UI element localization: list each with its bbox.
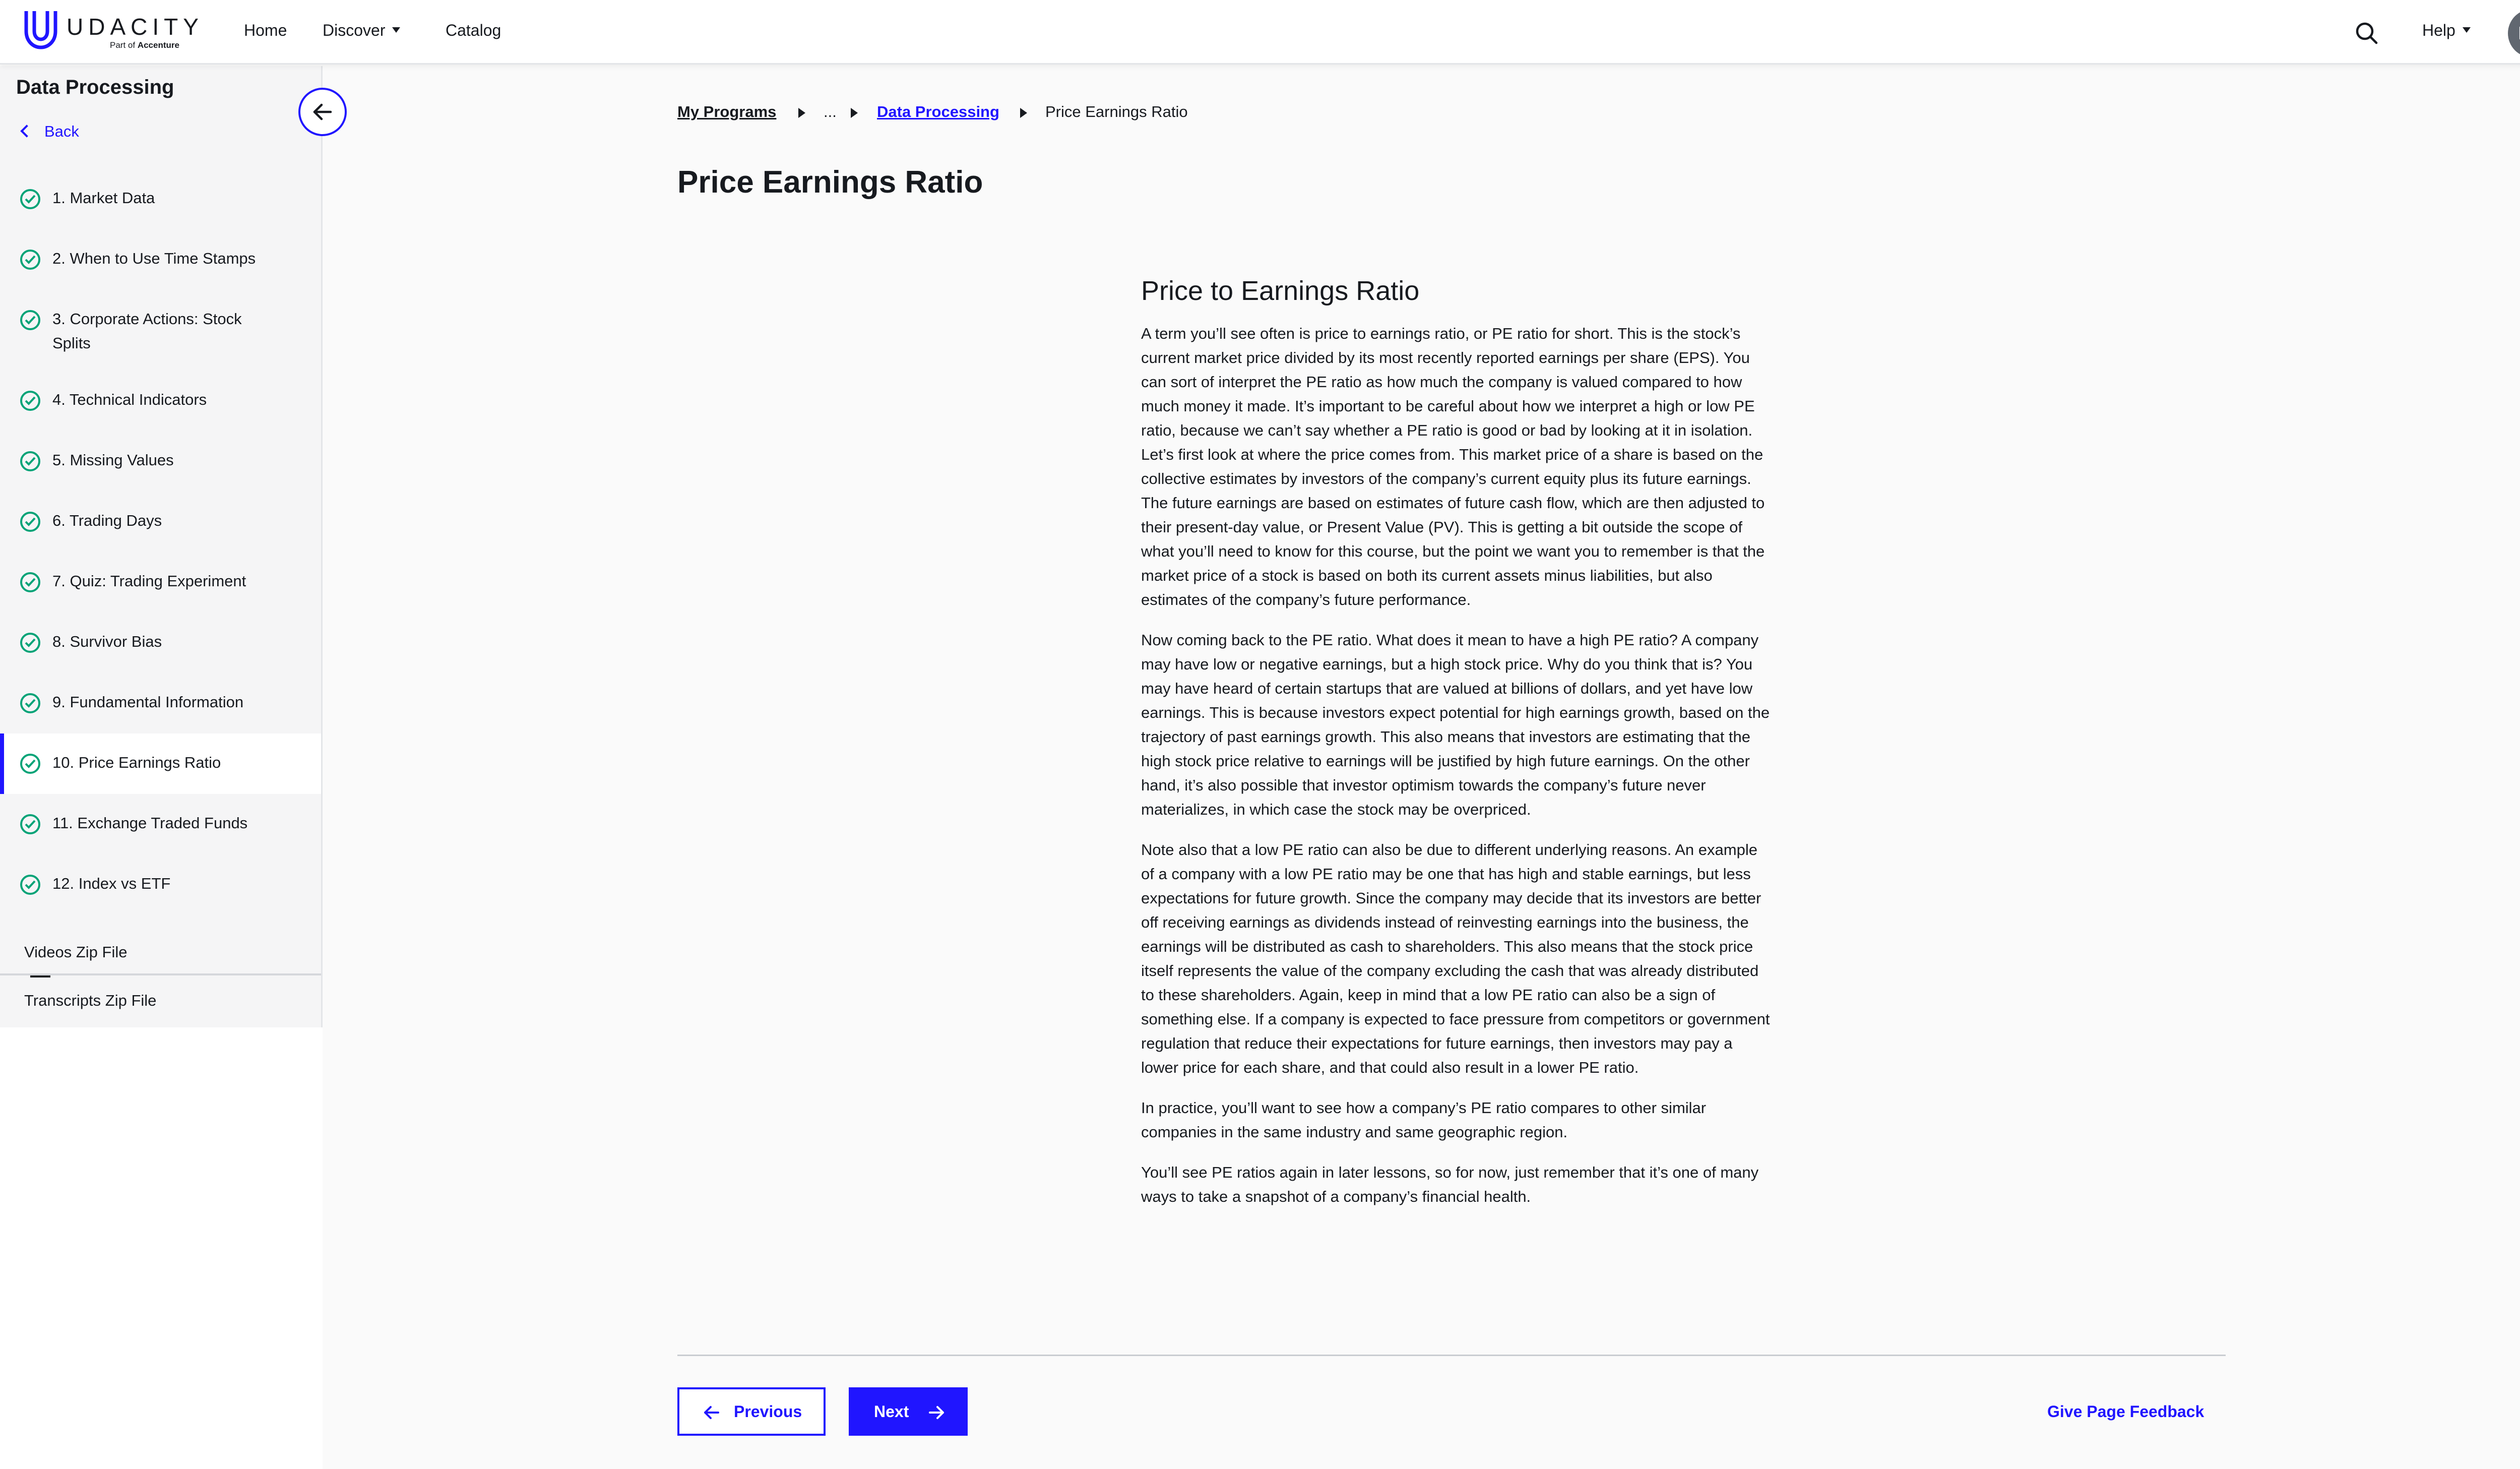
avatar[interactable]: HC bbox=[2508, 9, 2520, 57]
page-title: Price Earnings Ratio bbox=[677, 165, 983, 200]
sidebar-item-label: 6. Trading Days bbox=[52, 512, 162, 529]
sidebar-item-time-stamps[interactable]: 2. When to Use Time Stamps bbox=[0, 238, 321, 299]
breadcrumb-separator-icon bbox=[1020, 108, 1027, 118]
article-heading: Price to Earnings Ratio bbox=[1141, 276, 1420, 306]
sidebar-item-market-data[interactable]: 1. Market Data bbox=[0, 178, 321, 238]
sidebar-item-label: 9. Fundamental Information bbox=[52, 693, 244, 711]
check-circle-icon bbox=[20, 814, 40, 834]
footer-divider bbox=[677, 1355, 2226, 1356]
lesson-article: Price to Earnings Ratio A term you’ll se… bbox=[1141, 275, 1771, 1225]
check-circle-icon bbox=[20, 512, 40, 532]
check-circle-icon bbox=[20, 451, 40, 471]
nav-catalog[interactable]: Catalog bbox=[446, 21, 501, 40]
back-link[interactable]: Back bbox=[20, 123, 79, 141]
sidebar-item-label: 2. When to Use Time Stamps bbox=[52, 250, 256, 267]
sidebar-item-survivor-bias[interactable]: 8. Survivor Bias bbox=[0, 622, 321, 682]
article-paragraph: In practice, you’ll want to see how a co… bbox=[1141, 1099, 1707, 1141]
check-circle-icon bbox=[20, 693, 40, 713]
sidebar-item-label: 12. Index vs ETF bbox=[52, 875, 171, 892]
breadcrumb-separator-icon bbox=[851, 108, 858, 118]
search-icon bbox=[2356, 22, 2378, 44]
article-paragraph: You’ll see PE ratios again in later less… bbox=[1141, 1164, 1759, 1205]
article-paragraph: A term you’ll see often is price to earn… bbox=[1141, 325, 1765, 608]
nav-discover[interactable]: Discover bbox=[323, 21, 401, 40]
check-circle-icon bbox=[20, 189, 40, 209]
breadcrumb-ellipsis[interactable]: ... bbox=[824, 103, 837, 121]
arrow-left-icon bbox=[704, 1406, 719, 1419]
udacity-logo[interactable]: UDACITY Part of Accenture bbox=[23, 9, 200, 54]
sidebar-item-index-vs-etf[interactable]: 12. Index vs ETF bbox=[0, 864, 321, 924]
breadcrumb-current: Price Earnings Ratio bbox=[1045, 103, 1188, 120]
chevron-down-icon bbox=[2462, 27, 2471, 33]
videos-zip-link[interactable]: Videos Zip File bbox=[24, 943, 127, 961]
breadcrumb-data-processing[interactable]: Data Processing bbox=[877, 103, 999, 121]
chevron-left-icon bbox=[20, 125, 33, 138]
sidebar-item-label: 10. Price Earnings Ratio bbox=[52, 754, 221, 771]
sidebar-title: Data Processing bbox=[16, 76, 174, 98]
sidebar-item-trading-days[interactable]: 6. Trading Days bbox=[0, 501, 321, 561]
article-paragraph: Now coming back to the PE ratio. What do… bbox=[1141, 631, 1770, 818]
check-circle-icon bbox=[20, 391, 40, 411]
brand-name: UDACITY bbox=[67, 14, 204, 40]
next-button[interactable]: Next bbox=[849, 1387, 968, 1436]
chevron-down-icon bbox=[392, 27, 401, 33]
udacity-logo-icon bbox=[24, 11, 57, 49]
arrow-right-icon bbox=[929, 1406, 944, 1419]
sidebar-item-price-earnings-ratio[interactable]: 10. Price Earnings Ratio bbox=[0, 733, 321, 794]
sidebar-item-label: 4. Technical Indicators bbox=[52, 391, 207, 408]
scroll-indicator bbox=[30, 975, 50, 977]
collapse-sidebar-button[interactable] bbox=[298, 88, 347, 136]
sidebar-item-label: 3. Corporate Actions: Stock Splits bbox=[52, 310, 242, 352]
sidebar-item-label: 1. Market Data bbox=[52, 189, 155, 207]
arrow-left-icon bbox=[313, 103, 332, 120]
check-circle-icon bbox=[20, 310, 40, 330]
sidebar-item-label: 5. Missing Values bbox=[52, 451, 174, 469]
check-circle-icon bbox=[20, 875, 40, 895]
sidebar-item-exchange-traded-funds[interactable]: 11. Exchange Traded Funds bbox=[0, 803, 321, 864]
top-navigation-bar: UDACITY Part of Accenture Home Discover … bbox=[0, 0, 2520, 65]
next-button-label: Next bbox=[874, 1402, 909, 1421]
sidebar-item-technical-indicators[interactable]: 4. Technical Indicators bbox=[0, 380, 321, 440]
check-circle-icon bbox=[20, 633, 40, 653]
nav-home[interactable]: Home bbox=[244, 21, 287, 40]
lesson-sidebar: Data Processing Back 1. Market Data 2. W… bbox=[0, 66, 323, 1027]
sidebar-item-missing-values[interactable]: 5. Missing Values bbox=[0, 440, 321, 501]
brand-subtitle: Part of Accenture bbox=[110, 40, 179, 50]
check-circle-icon bbox=[20, 754, 40, 774]
check-circle-icon bbox=[20, 572, 40, 592]
breadcrumb-my-programs[interactable]: My Programs bbox=[677, 103, 776, 121]
breadcrumb-separator-icon bbox=[798, 108, 805, 118]
help-menu[interactable]: Help bbox=[2422, 21, 2471, 40]
sidebar-empty-area bbox=[0, 1027, 323, 1469]
transcripts-zip-link[interactable]: Transcripts Zip File bbox=[24, 992, 156, 1010]
previous-button[interactable]: Previous bbox=[677, 1387, 826, 1436]
previous-button-label: Previous bbox=[734, 1402, 802, 1421]
give-page-feedback-link[interactable]: Give Page Feedback bbox=[2047, 1402, 2204, 1421]
article-paragraph: Note also that a low PE ratio can also b… bbox=[1141, 841, 1770, 1076]
sidebar-item-label: 7. Quiz: Trading Experiment bbox=[52, 572, 246, 590]
sidebar-item-label: 8. Survivor Bias bbox=[52, 633, 162, 650]
sidebar-item-label: 11. Exchange Traded Funds bbox=[52, 814, 248, 832]
check-circle-icon bbox=[20, 250, 40, 270]
sidebar-item-quiz-trading-experiment[interactable]: 7. Quiz: Trading Experiment bbox=[0, 561, 321, 622]
sidebar-item-stock-splits[interactable]: 3. Corporate Actions: Stock Splits bbox=[0, 299, 321, 380]
search-button[interactable] bbox=[2353, 19, 2381, 47]
